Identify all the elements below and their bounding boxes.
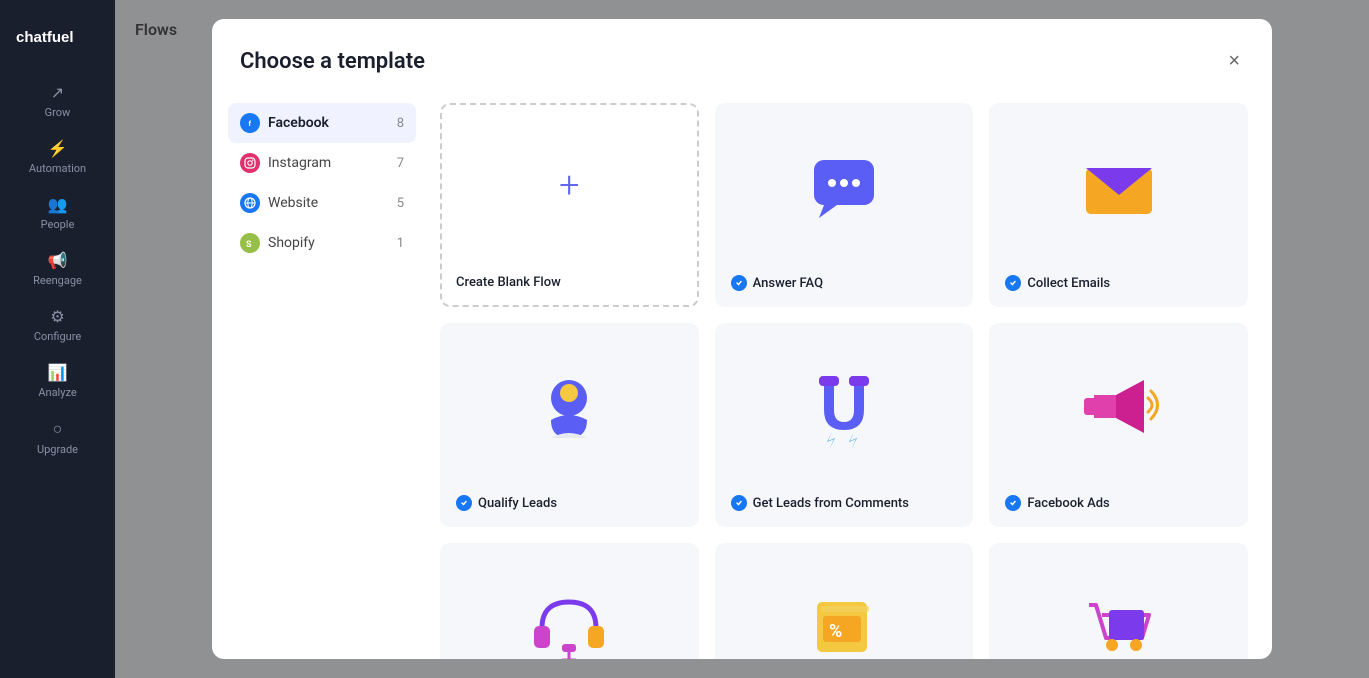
templates-grid: + Create Blank Flow <box>440 103 1256 659</box>
template-label-qualify: Qualify Leads <box>442 485 697 525</box>
template-card-facebook-ads[interactable]: Facebook Ads <box>989 323 1248 527</box>
leads-badge <box>731 495 747 511</box>
grow-icon: ↗ <box>51 83 64 102</box>
template-card-row3-1[interactable] <box>440 543 699 659</box>
modal-overlay[interactable]: Choose a template × f <box>115 0 1369 678</box>
configure-icon: ⚙ <box>50 307 64 326</box>
sidebar-item-reengage[interactable]: 📢 Reengage <box>0 241 115 297</box>
main-area: Flows Choose a template × <box>115 0 1369 678</box>
instagram-icon <box>240 153 260 173</box>
close-button[interactable]: × <box>1224 47 1244 75</box>
fb-ads-badge <box>1005 495 1021 511</box>
category-left: Instagram <box>240 153 331 173</box>
shopify-icon: S <box>240 233 260 253</box>
row3-2-thumb: % <box>717 545 972 659</box>
template-modal: Choose a template × f <box>212 19 1272 659</box>
plus-icon: + <box>559 164 579 206</box>
category-left: Website <box>240 193 318 213</box>
template-card-collect-emails[interactable]: Collect Emails <box>989 103 1248 307</box>
sidebar-item-analyze[interactable]: 📊 Analyze <box>0 353 115 409</box>
category-left: S Shopify <box>240 233 315 253</box>
template-card-row3-2[interactable]: % <box>715 543 974 659</box>
template-card-get-leads[interactable]: Get Leads from Comments <box>715 323 974 527</box>
reengage-icon: 📢 <box>48 251 68 270</box>
template-label-fb-ads: Facebook Ads <box>991 485 1246 525</box>
svg-text:%: % <box>829 621 842 642</box>
template-label-emails: Collect Emails <box>991 265 1246 305</box>
template-label-blank: Create Blank Flow <box>442 265 697 304</box>
get-leads-thumb <box>717 325 972 485</box>
modal-header: Choose a template × <box>212 19 1272 95</box>
category-item-website[interactable]: Website 5 <box>228 183 416 223</box>
sidebar-item-automation[interactable]: ⚡ Automation <box>0 129 115 185</box>
qualify-badge <box>456 495 472 511</box>
sidebar-item-people[interactable]: 👥 People <box>0 185 115 241</box>
row3-1-thumb <box>442 545 697 659</box>
upgrade-icon: ○ <box>53 419 63 439</box>
category-item-facebook[interactable]: f Facebook 8 <box>228 103 416 143</box>
template-card-row3-3[interactable] <box>989 543 1248 659</box>
analyze-icon: 📊 <box>48 363 68 382</box>
answer-faq-thumb <box>717 105 972 265</box>
template-card-answer-faq[interactable]: Answer FAQ <box>715 103 974 307</box>
template-card-qualify-leads[interactable]: Qualify Leads <box>440 323 699 527</box>
sidebar: chatfuel ↗ Grow ⚡ Automation 👥 People 📢 … <box>0 0 115 678</box>
template-card-blank[interactable]: + Create Blank Flow <box>440 103 699 307</box>
category-list: f Facebook 8 <box>212 95 432 659</box>
category-item-instagram[interactable]: Instagram 7 <box>228 143 416 183</box>
template-label-faq: Answer FAQ <box>717 265 972 305</box>
category-left: f Facebook <box>240 113 329 133</box>
people-icon: 👥 <box>48 195 68 214</box>
facebook-ads-thumb <box>991 325 1246 485</box>
facebook-icon: f <box>240 113 260 133</box>
svg-text:chatfuel: chatfuel <box>16 29 74 46</box>
sidebar-item-grow[interactable]: ↗ Grow <box>0 73 115 129</box>
emails-badge <box>1005 275 1021 291</box>
row3-3-thumb <box>991 545 1246 659</box>
logo: chatfuel <box>0 16 115 73</box>
modal-body: f Facebook 8 <box>212 95 1272 659</box>
sidebar-item-upgrade[interactable]: ○ Upgrade <box>0 409 115 466</box>
blank-thumb: + <box>442 105 697 265</box>
collect-emails-thumb <box>991 105 1246 265</box>
svg-text:S: S <box>246 240 252 249</box>
category-item-shopify[interactable]: S Shopify 1 <box>228 223 416 263</box>
template-label-leads: Get Leads from Comments <box>717 485 972 525</box>
sidebar-item-configure[interactable]: ⚙ Configure <box>0 297 115 353</box>
templates-area: + Create Blank Flow <box>432 95 1272 659</box>
website-icon <box>240 193 260 213</box>
automation-icon: ⚡ <box>48 139 68 158</box>
qualify-leads-thumb <box>442 325 697 485</box>
modal-title: Choose a template <box>240 49 425 74</box>
faq-badge <box>731 275 747 291</box>
